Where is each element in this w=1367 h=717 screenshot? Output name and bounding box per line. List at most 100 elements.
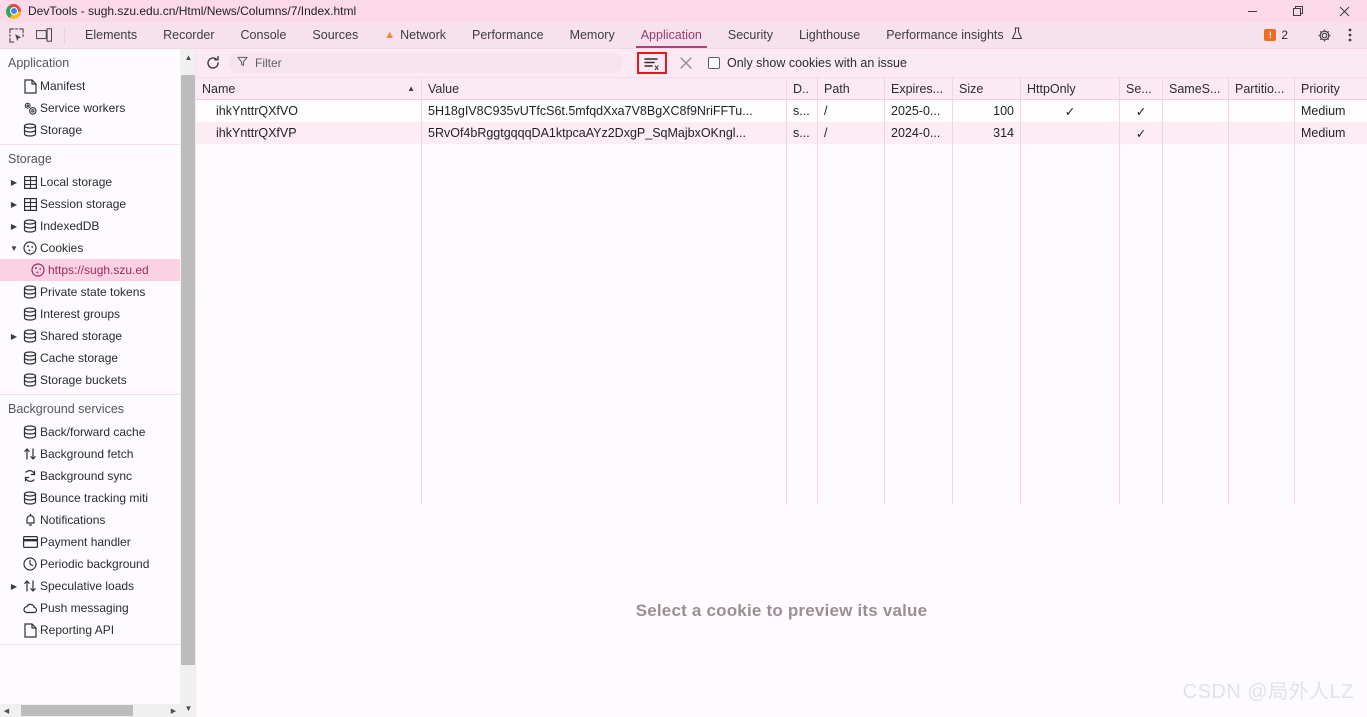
sidebar-item-reporting-api[interactable]: ▶ Reporting API [0, 619, 180, 641]
clear-filtered-cookies-button[interactable] [673, 50, 699, 76]
sidebar-item-label: Storage [40, 123, 83, 137]
column-header-path[interactable]: Path [818, 77, 885, 100]
column-header-size[interactable]: Size [953, 77, 1021, 100]
scrollbar-thumb[interactable] [21, 705, 133, 716]
cookies-table: Name ▲ Value D.. Path Expires... Size Ht… [196, 77, 1367, 525]
sidebar-item-label: IndexedDB [40, 219, 100, 233]
table-row[interactable]: ihkYnttrQXfVO 5H18gIV8C935vUTfcS6t.5mfqd… [196, 100, 1367, 122]
twisty-collapsed-icon[interactable]: ▶ [8, 200, 20, 209]
cell-expires: 2025-0... [885, 100, 953, 122]
sidebar-item-push-messaging[interactable]: ▶ Push messaging [0, 597, 180, 619]
twisty-collapsed-icon[interactable]: ▶ [8, 332, 20, 341]
sidebar-item-bounce-tracking-mitigations[interactable]: ▶ Bounce tracking miti [0, 487, 180, 509]
sidebar-item-indexeddb[interactable]: ▶ IndexedDB [0, 215, 180, 237]
sidebar-item-back-forward-cache[interactable]: ▶ Back/forward cache [0, 421, 180, 443]
cell-httponly: ✓ [1021, 100, 1120, 122]
cell-path: / [818, 122, 885, 144]
sidebar-item-service-workers[interactable]: ▶ Service workers [0, 97, 180, 119]
scrollbar-thumb[interactable] [181, 75, 196, 665]
error-count-badge[interactable]: ! 2 [1256, 28, 1296, 42]
sidebar-item-periodic-background-sync[interactable]: ▶ Periodic background [0, 553, 180, 575]
column-header-name[interactable]: Name ▲ [196, 77, 422, 100]
filter-input[interactable]: Filter [228, 53, 623, 73]
tab-sources[interactable]: Sources [299, 22, 371, 48]
sidebar-item-session-storage[interactable]: ▶ Session storage [0, 193, 180, 215]
sidebar-item-manifest[interactable]: ▶ Manifest [0, 75, 180, 97]
column-header-samesite[interactable]: SameS... [1163, 77, 1229, 100]
sidebar-item-background-sync[interactable]: ▶ Background sync [0, 465, 180, 487]
flask-icon [1011, 27, 1023, 43]
gear-icon[interactable] [1311, 22, 1337, 49]
sidebar-item-local-storage[interactable]: ▶ Local storage [0, 171, 180, 193]
scroll-up-arrow-icon[interactable]: ▲ [181, 49, 196, 66]
sidebar-item-cache-storage[interactable]: ▶ Cache storage [0, 347, 180, 369]
cell-httponly [1021, 122, 1120, 144]
table-empty-area[interactable] [196, 143, 1367, 525]
scroll-right-arrow-icon[interactable]: ▶ [167, 704, 180, 717]
column-header-domain[interactable]: D.. [787, 77, 818, 100]
empty-cell [818, 143, 885, 525]
tab-console[interactable]: Console [228, 22, 300, 48]
sidebar-item-payment-handler[interactable]: ▶ Payment handler [0, 531, 180, 553]
only-show-issues-checkbox[interactable]: Only show cookies with an issue [708, 56, 907, 70]
device-toolbar-icon[interactable] [30, 22, 57, 48]
minimize-button[interactable] [1229, 0, 1275, 22]
column-header-expires[interactable]: Expires... [885, 77, 953, 100]
sort-ascending-icon: ▲ [407, 84, 415, 93]
sidebar-item-notifications[interactable]: ▶ Notifications [0, 509, 180, 531]
table-row[interactable]: ihkYnttrQXfVP 5RvOf4bRggtgqqqDA1ktpcaAYz… [196, 122, 1367, 144]
tab-performance[interactable]: Performance [459, 22, 557, 48]
twisty-icon: ▶ [8, 560, 20, 569]
column-header-partition-key[interactable]: Partitio... [1229, 77, 1295, 100]
inspect-element-icon[interactable] [3, 22, 30, 48]
sidebar-item-shared-storage[interactable]: ▶ Shared storage [0, 325, 180, 347]
sidebar-item-storage-buckets[interactable]: ▶ Storage buckets [0, 369, 180, 391]
filter-placeholder: Filter [255, 56, 282, 70]
twisty-collapsed-icon[interactable]: ▶ [8, 222, 20, 231]
clear-all-cookies-button[interactable]: x [637, 52, 667, 74]
sidebar-item-speculative-loads[interactable]: ▶ Speculative loads [0, 575, 180, 597]
scroll-down-arrow-icon[interactable]: ▼ [181, 700, 196, 717]
column-header-value[interactable]: Value [422, 77, 787, 100]
empty-cell [1120, 143, 1163, 525]
column-header-priority[interactable]: Priority [1295, 78, 1367, 100]
sidebar-item-private-state-tokens[interactable]: ▶ Private state tokens [0, 281, 180, 303]
sidebar-item-cookie-origin[interactable]: https://sugh.szu.ed [0, 259, 180, 281]
tab-network[interactable]: ▲ Network [371, 22, 459, 48]
tab-recorder[interactable]: Recorder [150, 22, 227, 48]
refresh-icon[interactable] [200, 50, 226, 76]
tab-security[interactable]: Security [715, 22, 786, 48]
column-header-httponly[interactable]: HttpOnly [1021, 77, 1120, 100]
sidebar-item-cookies[interactable]: ▼ Cookies [0, 237, 180, 259]
twisty-expanded-icon[interactable]: ▼ [8, 244, 20, 253]
twisty-icon: ▶ [8, 82, 20, 91]
sidebar-item-storage[interactable]: ▶ Storage [0, 119, 180, 141]
sidebar-section-application-title: Application [8, 56, 70, 70]
sidebar-item-interest-groups[interactable]: ▶ Interest groups [0, 303, 180, 325]
twisty-collapsed-icon[interactable]: ▶ [8, 178, 20, 187]
checkbox-box[interactable] [708, 57, 720, 69]
cell-priority: Medium [1301, 126, 1346, 140]
sidebar-item-background-fetch[interactable]: ▶ Background fetch [0, 443, 180, 465]
sidebar-vertical-scrollbar[interactable]: ▲ ▼ [180, 49, 196, 717]
application-sidebar[interactable]: Application ▶ Manifest ▶ Service workers… [0, 49, 180, 704]
sidebar-item-label: Background fetch [40, 447, 134, 461]
document-icon [20, 78, 40, 94]
scrollbar-track[interactable] [13, 704, 167, 717]
tab-lighthouse[interactable]: Lighthouse [786, 22, 873, 48]
scrollbar-track[interactable] [181, 66, 196, 700]
scroll-left-arrow-icon[interactable]: ◀ [0, 704, 13, 717]
arrows-updown-icon [20, 579, 40, 593]
tab-label: Performance [472, 28, 544, 42]
close-button[interactable] [1321, 0, 1367, 22]
sidebar-horizontal-scrollbar[interactable]: ◀ ▶ [0, 704, 180, 717]
maximize-restore-button[interactable] [1275, 0, 1321, 22]
more-options-icon[interactable] [1337, 22, 1363, 49]
column-header-secure[interactable]: Se... [1120, 77, 1163, 100]
empty-cell [422, 143, 787, 525]
twisty-collapsed-icon[interactable]: ▶ [8, 582, 20, 591]
tab-memory[interactable]: Memory [557, 22, 628, 48]
tab-performance-insights[interactable]: Performance insights [873, 22, 1035, 48]
tab-elements[interactable]: Elements [72, 22, 150, 48]
tab-application[interactable]: Application [628, 22, 715, 48]
